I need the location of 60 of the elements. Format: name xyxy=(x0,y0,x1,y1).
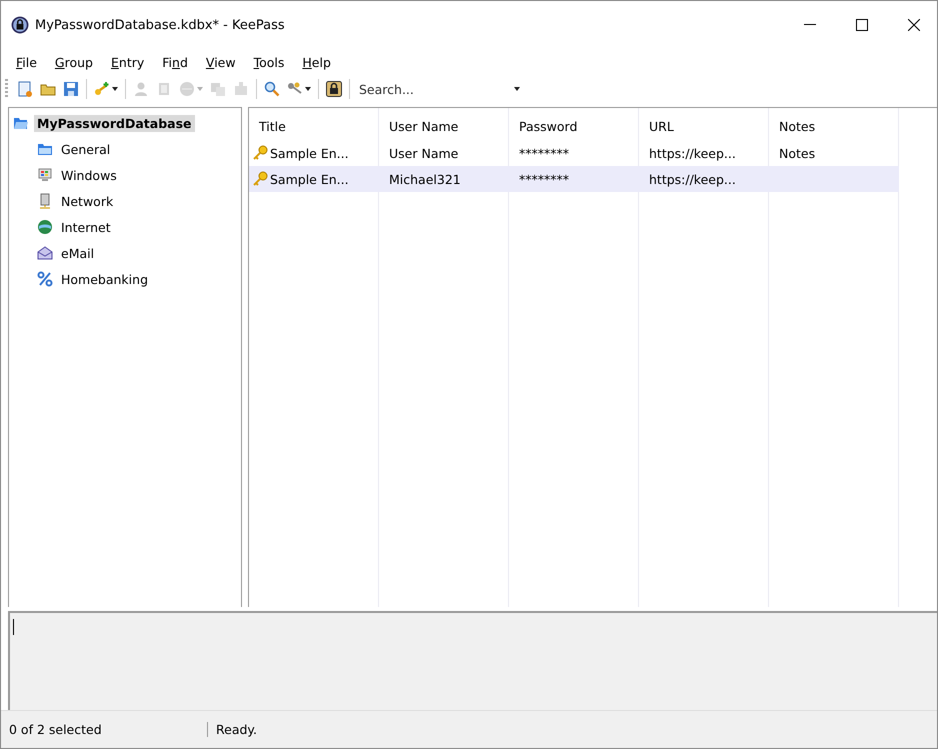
column-header[interactable]: URL xyxy=(639,114,769,140)
key-icon xyxy=(252,145,268,161)
globe-icon xyxy=(37,219,53,235)
close-icon xyxy=(908,19,920,31)
save-icon xyxy=(63,81,79,97)
folder-icon xyxy=(13,115,29,131)
table-cell: ******** xyxy=(519,172,569,186)
dropdown-arrow-icon xyxy=(197,87,203,91)
table-row[interactable]: Sample En... Michael321 ******** https://keep... xyxy=(249,166,899,192)
tree-item[interactable]: Internet xyxy=(58,218,114,236)
menu-item[interactable]: Tools xyxy=(244,54,294,70)
status-text: Ready. xyxy=(215,722,258,737)
table-cell: Sample En... xyxy=(270,146,349,160)
server-icon xyxy=(37,193,53,209)
table-cell: ******** xyxy=(519,146,569,160)
menu-item[interactable]: Entry xyxy=(102,54,154,70)
key-icon xyxy=(252,171,268,187)
status-text: 0 of 2 selected xyxy=(1,722,208,737)
column-header[interactable]: Password xyxy=(509,114,639,140)
dropdown-arrow-icon xyxy=(305,87,311,91)
lock-icon xyxy=(11,16,29,34)
folder-icon xyxy=(37,141,53,157)
globe-icon xyxy=(179,81,195,97)
envelope-icon xyxy=(37,245,53,261)
user-icon xyxy=(133,81,149,97)
tree-item[interactable]: General xyxy=(58,140,114,158)
table-cell: Sample En... xyxy=(270,172,349,186)
dropdown-arrow-icon xyxy=(514,87,520,91)
column-header[interactable]: Notes xyxy=(769,114,899,140)
minimize-icon xyxy=(804,24,816,26)
window-title: MyPasswordDatabase.kdbx* - KeePass xyxy=(35,18,286,32)
tree-item[interactable]: Network xyxy=(58,192,116,210)
copy-icon xyxy=(210,81,226,97)
computer-icon xyxy=(37,167,53,183)
tree-item[interactable]: MyPasswordDatabase xyxy=(34,114,194,132)
menu-item[interactable]: Group xyxy=(46,54,102,70)
tree-item[interactable]: Windows xyxy=(58,166,120,184)
maximize-icon xyxy=(856,19,868,31)
toolbar-button[interactable] xyxy=(324,81,344,97)
tree-item[interactable]: eMail xyxy=(58,244,98,262)
search-icon xyxy=(264,81,280,97)
table-cell: User Name xyxy=(389,146,458,160)
menu-item[interactable]: View xyxy=(196,54,245,70)
table-cell: Notes xyxy=(779,146,816,160)
menu-item[interactable]: Find xyxy=(153,54,197,70)
percent-icon xyxy=(37,271,53,287)
column-header[interactable]: Title xyxy=(249,114,379,140)
menu-item[interactable]: File xyxy=(7,54,46,70)
dropdown-arrow-icon xyxy=(112,87,118,91)
menu-item[interactable]: Help xyxy=(293,54,340,70)
new-document-icon xyxy=(17,81,33,97)
table-cell: https://keep... xyxy=(649,146,736,160)
toolbar-button[interactable] xyxy=(92,81,120,97)
key-icon xyxy=(94,81,110,97)
lock-icon xyxy=(326,81,342,97)
tree-item[interactable]: Homebanking xyxy=(58,270,151,288)
table-cell: https://keep... xyxy=(649,172,736,186)
table-row[interactable]: Sample En... User Name ******** https://keep... Notes xyxy=(249,140,899,166)
column-header[interactable]: User Name xyxy=(379,114,509,140)
table-cell: Michael321 xyxy=(389,172,461,186)
